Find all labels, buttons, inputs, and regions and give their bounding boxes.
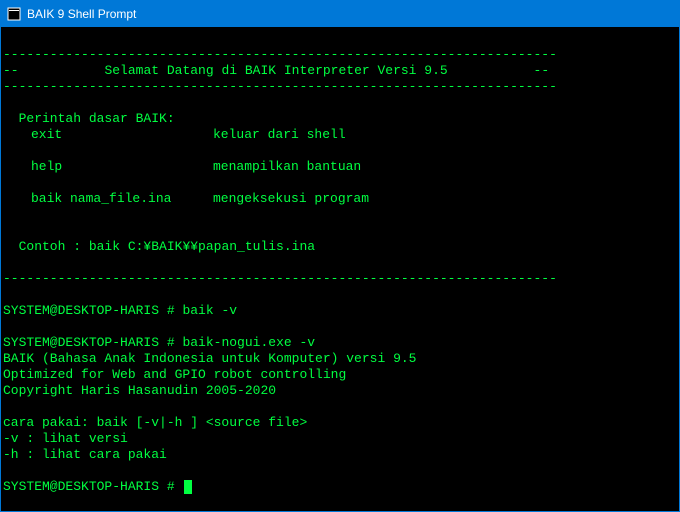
- usage-line: -v : lihat versi: [3, 431, 128, 446]
- titlebar[interactable]: BAIK 9 Shell Prompt: [1, 1, 679, 27]
- cmd-row: exitkeluar dari shell: [3, 127, 673, 143]
- terminal-window: BAIK 9 Shell Prompt --------------------…: [0, 0, 680, 512]
- app-icon: [7, 7, 21, 21]
- terminal-content[interactable]: ----------------------------------------…: [1, 27, 679, 511]
- dashes-mid: ----------------------------------------…: [3, 79, 557, 94]
- usage-line: -h : lihat cara pakai: [3, 447, 167, 462]
- cursor: [184, 480, 192, 494]
- welcome-text: Selamat Datang di BAIK Interpreter Versi…: [104, 63, 447, 78]
- cmd-desc: menampilkan bantuan: [213, 159, 673, 175]
- dashes-bottom: ----------------------------------------…: [3, 271, 557, 286]
- commands-header: Perintah dasar BAIK:: [3, 111, 175, 126]
- shell-prompt: SYSTEM@DESKTOP-HARIS #: [3, 479, 175, 494]
- typed-command: baik-nogui.exe -v: [182, 335, 315, 350]
- output-line: Optimized for Web and GPIO robot control…: [3, 367, 346, 382]
- cmd-desc: mengeksekusi program: [213, 191, 673, 207]
- usage-header: cara pakai: baik [-v|-h ] <source file>: [3, 415, 307, 430]
- example-label: Contoh :: [3, 239, 89, 254]
- cmd-desc: keluar dari shell: [213, 127, 673, 143]
- cmd-row: baik nama_file.inamengeksekusi program: [3, 191, 673, 207]
- output-line: BAIK (Bahasa Anak Indonesia untuk Komput…: [3, 351, 416, 366]
- typed-command: baik -v: [182, 303, 237, 318]
- dash-prefix: --: [3, 63, 19, 78]
- cmd-row: helpmenampilkan bantuan: [3, 159, 673, 175]
- dash-suffix: --: [534, 63, 550, 78]
- cmd-name: exit: [3, 127, 213, 143]
- cmd-name: baik nama_file.ina: [3, 191, 213, 207]
- example-path: baik C:¥BAIK¥¥papan_tulis.ina: [89, 239, 315, 254]
- output-line: Copyright Haris Hasanudin 2005-2020: [3, 383, 276, 398]
- window-title: BAIK 9 Shell Prompt: [27, 7, 136, 21]
- shell-prompt: SYSTEM@DESKTOP-HARIS #: [3, 335, 175, 350]
- dashes-top: ----------------------------------------…: [3, 47, 557, 62]
- shell-prompt: SYSTEM@DESKTOP-HARIS #: [3, 303, 175, 318]
- cmd-name: help: [3, 159, 213, 175]
